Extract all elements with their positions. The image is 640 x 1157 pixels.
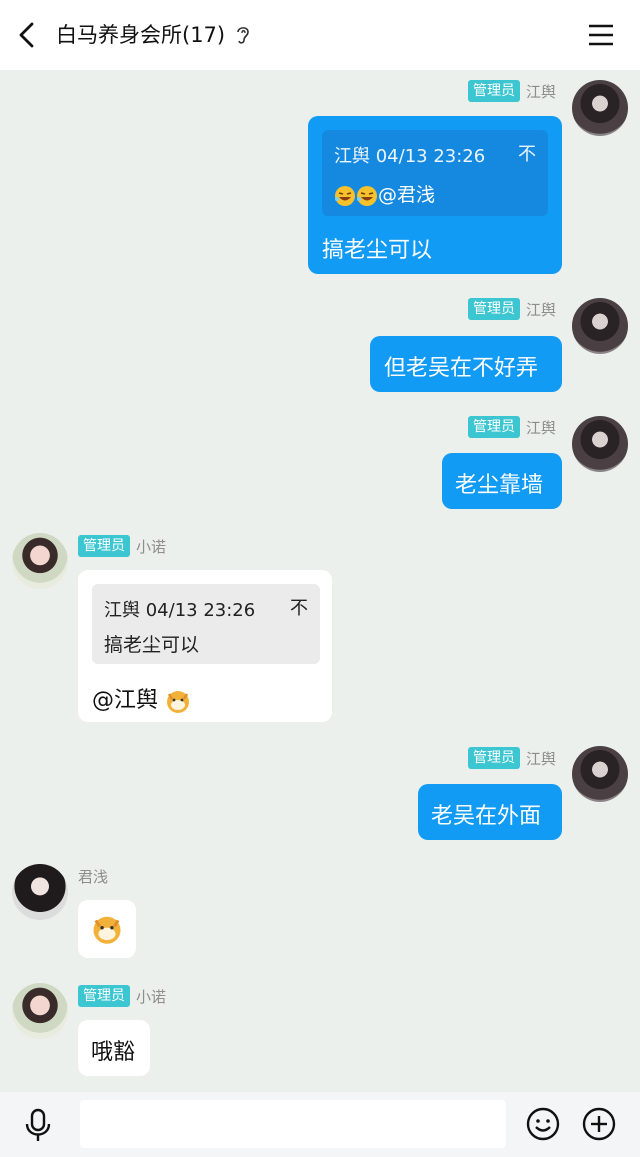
menu-icon[interactable] [586, 22, 616, 48]
header-bar: 白马养身会所(17) [0, 0, 640, 70]
quote-pin-text: 不 [518, 144, 536, 165]
message-bubble[interactable]: 哦豁 [78, 1020, 150, 1076]
message-bubble[interactable]: 但老吴在不好弄 [370, 336, 562, 392]
quoted-message[interactable]: 江舆 04/13 23:26 不 @君浅 [322, 130, 548, 216]
message-text: 但老吴在不好弄 [384, 356, 539, 381]
avatar[interactable] [12, 983, 68, 1039]
admin-badge: 管理员 [467, 80, 520, 102]
emoji-icon[interactable] [526, 1107, 560, 1141]
message-bubble[interactable]: 老尘靠墙 [442, 453, 562, 509]
chat-title: 白马养身会所(17) [56, 23, 226, 47]
avatar[interactable] [572, 746, 628, 802]
quote-mention: @君浅 [378, 184, 436, 206]
input-bar [0, 1092, 640, 1157]
avatar[interactable] [12, 864, 68, 920]
message-input[interactable] [80, 1100, 506, 1148]
mention-text: @江舆 [92, 688, 159, 713]
avatar[interactable] [572, 416, 628, 472]
admin-badge: 管理员 [78, 535, 130, 557]
sender-meta: 管理员 江舆 [467, 416, 556, 438]
back-arrow-icon[interactable] [14, 20, 42, 50]
avatar[interactable] [572, 298, 628, 354]
message-text: 哦豁 [91, 1040, 136, 1065]
plus-icon[interactable] [582, 1107, 616, 1141]
quote-body: 搞老尘可以 [104, 634, 200, 656]
sender-name: 江舆 [525, 300, 556, 319]
sender-meta: 管理员 江舆 [467, 747, 556, 769]
admin-badge: 管理员 [467, 298, 520, 320]
admin-badge: 管理员 [467, 416, 520, 438]
message-text: 搞老尘可以 [322, 238, 433, 263]
microphone-icon[interactable] [24, 1108, 52, 1142]
quote-body: @君浅 [334, 180, 435, 207]
quoted-message[interactable]: 江舆 04/13 23:26 不 搞老尘可以 [92, 584, 320, 664]
message-text: 老吴在外面 [431, 804, 542, 829]
sender-meta: 管理员 小诺 [78, 535, 166, 557]
sender-meta: 君浅 [78, 865, 108, 887]
ear-icon [237, 27, 249, 44]
sender-meta: 管理员 江舆 [467, 298, 556, 320]
message-bubble[interactable]: 老吴在外面 [418, 784, 562, 840]
sender-name: 君浅 [78, 867, 109, 886]
doge-emoji-icon [167, 691, 190, 713]
quote-header: 江舆 04/13 23:26 [104, 600, 256, 621]
admin-badge: 管理员 [467, 747, 520, 769]
quote-pin-text: 不 [290, 598, 308, 619]
message-text: 老尘靠墙 [455, 473, 544, 498]
quote-header: 江舆 04/13 23:26 [334, 146, 486, 167]
sender-name: 江舆 [525, 749, 556, 768]
message-bubble[interactable]: 江舆 04/13 23:26 不 搞老尘可以 @江舆 [78, 570, 332, 722]
sender-name: 江舆 [525, 82, 556, 101]
avatar[interactable] [12, 533, 68, 589]
message-bubble[interactable]: 江舆 04/13 23:26 不 @君浅 搞老尘可以 [308, 116, 562, 274]
admin-badge: 管理员 [78, 985, 130, 1007]
laughing-emoji-icon [335, 185, 355, 206]
sender-name: 小诺 [136, 537, 167, 556]
message-text: @江舆 [92, 682, 191, 714]
laughing-emoji-icon [357, 185, 377, 206]
sender-meta: 管理员 小诺 [78, 985, 166, 1007]
avatar[interactable] [572, 80, 628, 136]
doge-emoji-icon [93, 916, 121, 944]
message-bubble[interactable] [78, 900, 136, 958]
sender-name: 小诺 [136, 987, 167, 1006]
sender-name: 江舆 [525, 418, 556, 437]
sender-meta: 管理员 江舆 [467, 80, 556, 102]
